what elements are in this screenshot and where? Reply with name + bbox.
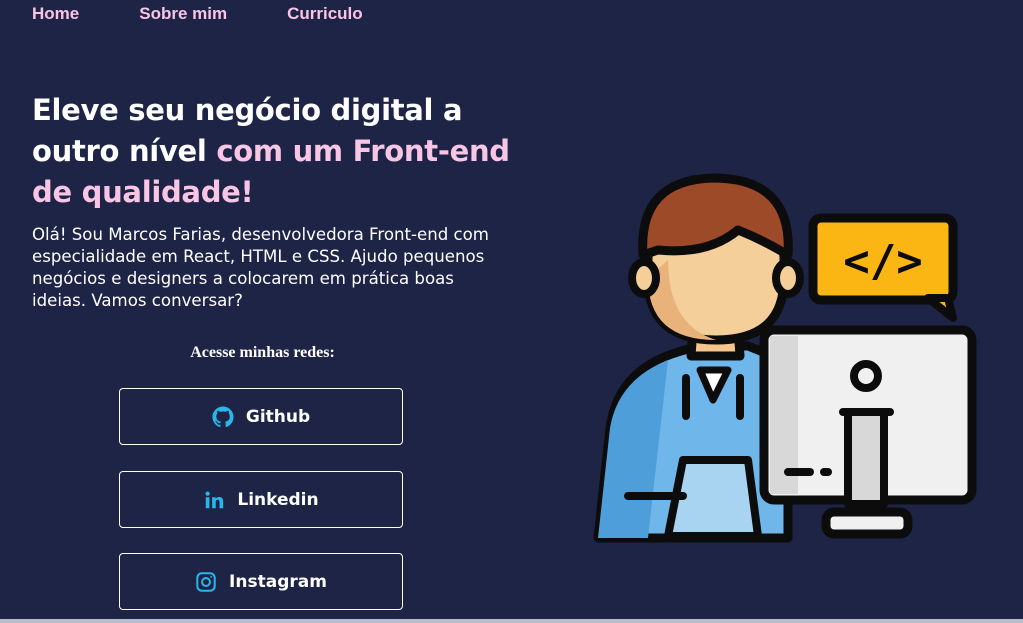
hero-headline: Eleve seu negócio digital a outro nível … [32, 90, 512, 213]
social-label: Acesse minhas redes: [190, 344, 335, 361]
github-button[interactable]: Github [119, 388, 403, 445]
linkedin-icon [203, 489, 225, 511]
developer-illustration: </> [588, 160, 988, 554]
hero-intro: Olá! Sou Marcos Farias, desenvolvedora F… [32, 225, 489, 310]
github-label: Github [245, 406, 311, 427]
nav-about-link[interactable]: Sobre mim [139, 4, 227, 24]
linkedin-button[interactable]: Linkedin [119, 471, 403, 528]
instagram-label: Instagram [229, 571, 327, 592]
instagram-button[interactable]: Instagram [119, 553, 403, 610]
code-symbol: </> [843, 236, 922, 287]
nav-resume-link[interactable]: Curriculo [287, 4, 363, 24]
nav-home-link[interactable]: Home [32, 4, 79, 24]
instagram-icon [195, 571, 217, 593]
linkedin-label: Linkedin [237, 489, 319, 510]
bottom-divider [0, 619, 1023, 623]
github-icon [212, 405, 234, 428]
top-nav: Home Sobre mim Curriculo [32, 4, 423, 24]
